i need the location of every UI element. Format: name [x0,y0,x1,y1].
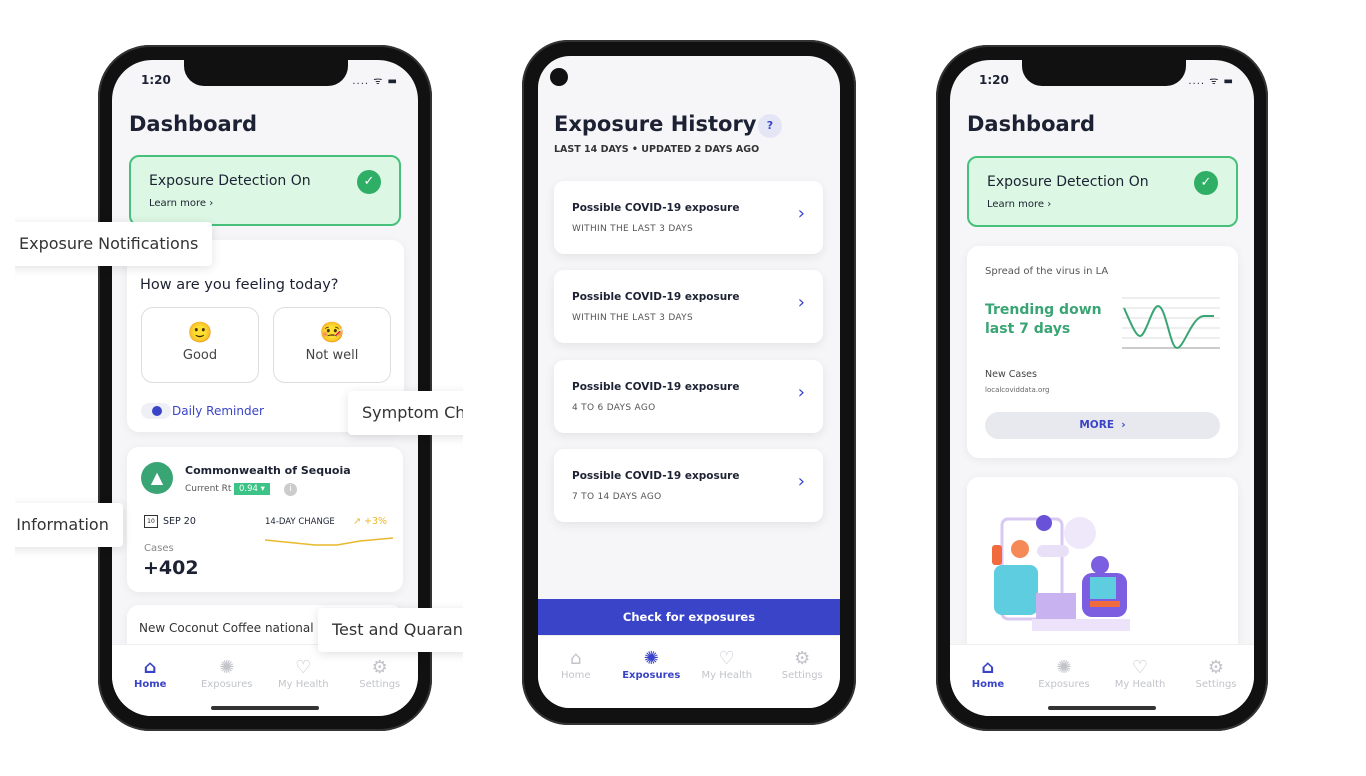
subtitle: LAST 14 DAYS • UPDATED 2 DAYS AGO [554,144,760,155]
tab-settings[interactable]: ⚙ Settings [767,648,837,708]
tab-label: Exposures [622,670,681,681]
status-time: 1:20 [979,73,1009,87]
exposures-icon: ✺ [643,648,659,669]
tab-label: Settings [1195,679,1237,690]
heart-icon: ♡ [1131,657,1149,678]
gear-icon: ⚙ [794,648,811,669]
exposure-when: 4 TO 6 DAYS AGO [572,403,656,413]
source-label: localcoviddata.org [985,386,1050,394]
exposures-icon: ✺ [1056,657,1072,678]
status-icons: .... ᯤ ▬ [1188,76,1234,87]
tab-label: Settings [781,670,823,681]
trend-chart [1122,297,1220,350]
chevron-right-icon: › [797,292,805,313]
page-title: Dashboard [967,112,1096,136]
heart-icon: ♡ [718,648,735,669]
exposure-when: WITHIN THE LAST 3 DAYS [572,224,693,234]
notch [1022,60,1186,86]
tab-my-health[interactable]: ♡ My Health [692,648,762,708]
exposure-item[interactable]: Possible COVID-19 exposure WITHIN THE LAS… [554,270,823,343]
tab-home[interactable]: ⌂ Home [953,657,1023,716]
tab-home[interactable]: ⌂ Home [541,648,611,708]
exposure-title: Possible COVID-19 exposure [572,202,740,214]
more-button[interactable]: MORE › [985,412,1220,439]
check-icon: ✓ [1194,171,1218,195]
tab-label: My Health [1114,679,1166,690]
callout-layer: Exposure Notifications Symptom Che d Inf… [15,0,463,776]
home-icon: ⌂ [570,648,582,669]
trend-text: Trending down last 7 days [985,302,1102,337]
exposure-title: Possible COVID-19 exposure [572,381,740,393]
help-button[interactable]: ? [758,114,782,138]
exposure-title: Possible COVID-19 exposure [572,470,740,482]
chevron-right-icon: › [797,382,805,403]
tab-label: Exposures [1038,679,1090,690]
illustration-card [967,477,1238,657]
callout-exposure-notifications: Exposure Notifications [15,222,213,266]
tab-label: Home [560,670,591,681]
tab-label: My Health [701,670,753,681]
tab-settings[interactable]: ⚙ Settings [1181,657,1251,716]
home-indicator [1048,706,1156,710]
metric-label: New Cases [985,369,1037,380]
page-title: Exposure History [554,112,757,136]
spread-title: Spread of the virus in LA [985,266,1109,277]
exposure-title: Possible COVID-19 exposure [572,291,740,303]
exposure-item[interactable]: Possible COVID-19 exposure 4 TO 6 DAYS AG… [554,360,823,433]
gear-icon: ⚙ [1207,657,1225,678]
phone-2-screen: Exposure History ? LAST 14 DAYS • UPDATE… [538,56,840,708]
exposure-item[interactable]: Possible COVID-19 exposure WITHIN THE LAS… [554,181,823,254]
exposure-detection-card[interactable]: Exposure Detection On Learn more › ✓ [967,156,1238,227]
chevron-right-icon: › [797,203,805,224]
learn-more-link[interactable]: Learn more › [987,199,1051,210]
exposure-item[interactable]: Possible COVID-19 exposure 7 TO 14 DAYS A… [554,449,823,522]
callout-symptom-checker: Symptom Che [348,391,463,435]
phone-3-screen: 1:20 .... ᯤ ▬ Dashboard Exposure Detecti… [950,60,1254,716]
spread-card: Spread of the virus in LA Trending down … [967,246,1238,458]
camera-hole [550,68,568,86]
callout-test-quarantine: Test and Quarant [318,608,463,652]
tab-exposures[interactable]: ✺ Exposures [616,648,686,708]
check-exposures-button[interactable]: Check for exposures [538,599,840,635]
detection-title: Exposure Detection On [987,174,1149,190]
callout-information: d Information [15,503,123,547]
tab-bar: ⌂ Home ✺ Exposures ♡ My Health ⚙ Settings [538,635,840,708]
exposure-when: WITHIN THE LAST 3 DAYS [572,313,693,323]
home-icon: ⌂ [981,657,995,678]
exposure-when: 7 TO 14 DAYS AGO [572,492,662,502]
telehealth-illustration [992,515,1130,631]
chevron-right-icon: › [797,471,805,492]
tab-label: Home [971,679,1005,690]
